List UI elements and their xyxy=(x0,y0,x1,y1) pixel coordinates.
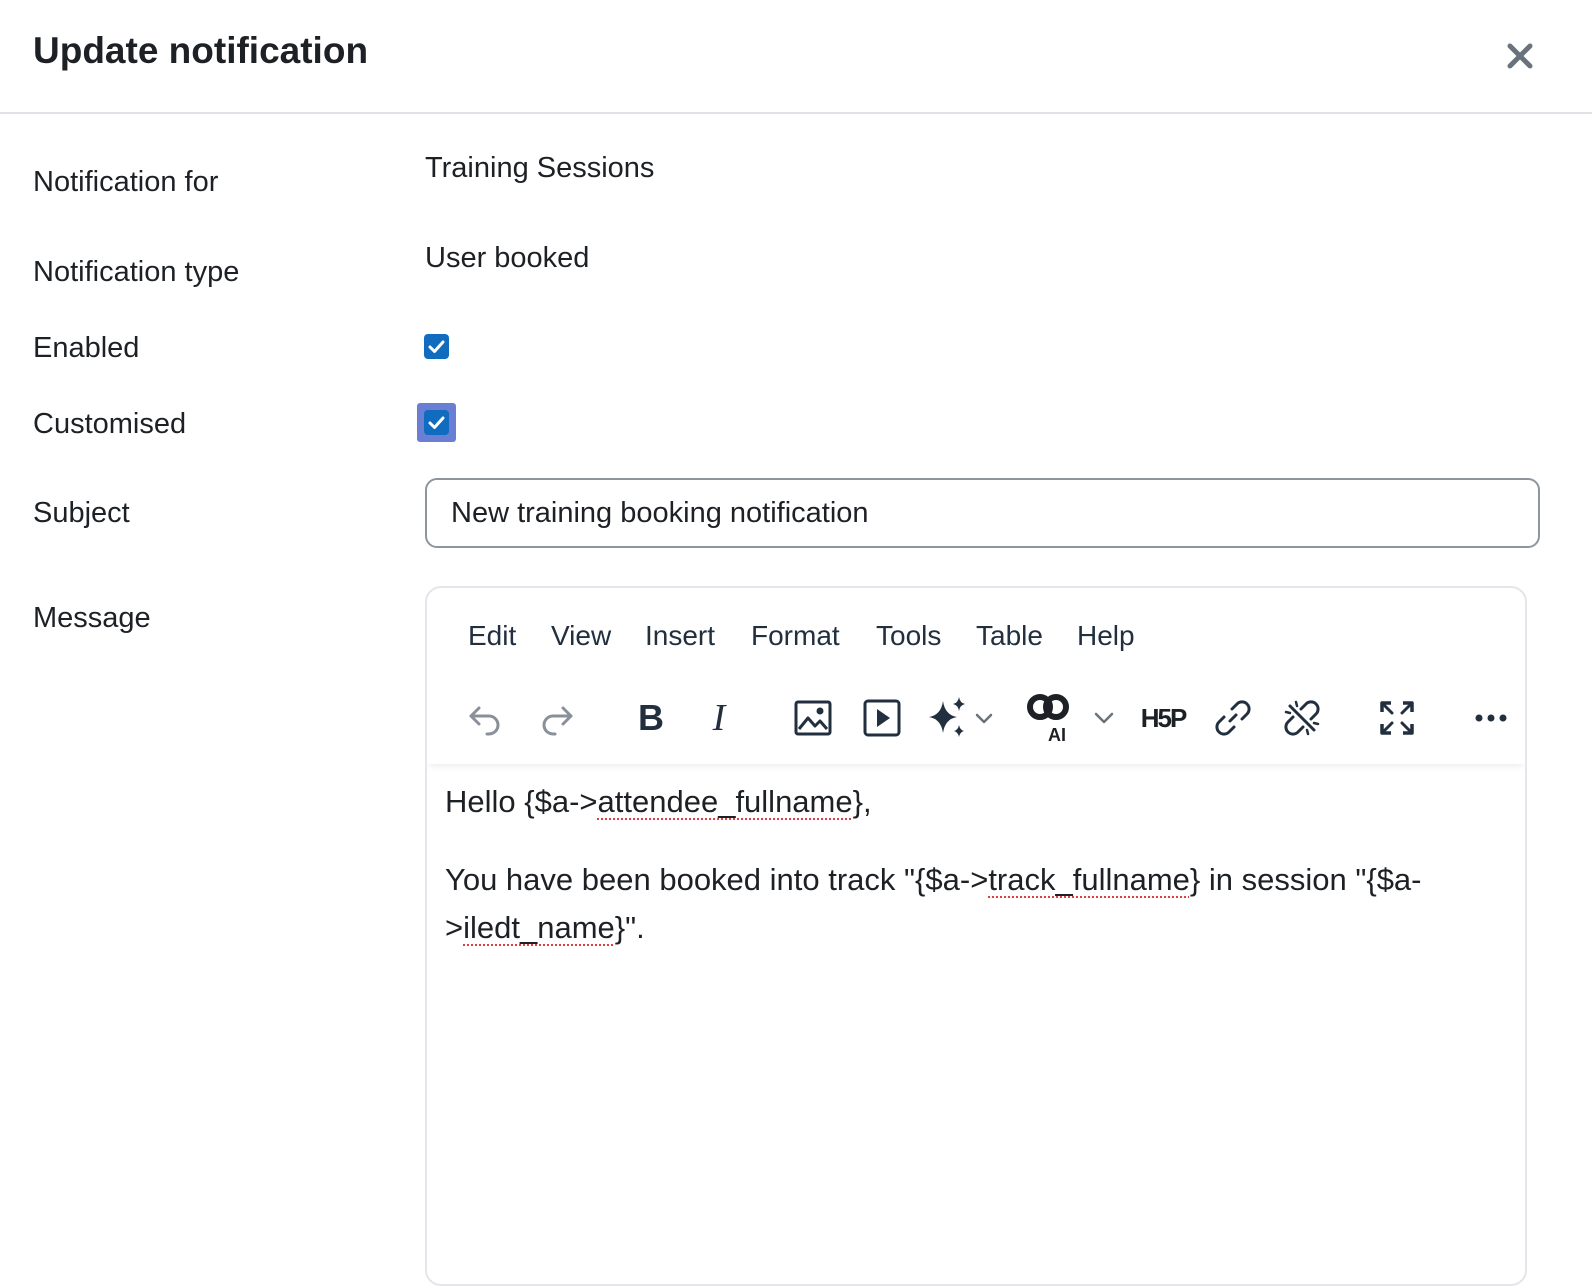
message-label: Message xyxy=(33,602,151,634)
menu-insert[interactable]: Insert xyxy=(645,620,715,652)
checkmark-icon xyxy=(428,340,445,353)
subject-label: Subject xyxy=(33,497,130,529)
fullscreen-button[interactable] xyxy=(1375,692,1419,744)
bold-button[interactable]: B xyxy=(629,692,673,744)
text-fragment: Hello {$a-> xyxy=(445,784,598,819)
undo-icon xyxy=(469,706,500,736)
enabled-checkbox[interactable] xyxy=(424,334,449,359)
unlink-button[interactable] xyxy=(1280,692,1324,744)
notification-type-label: Notification type xyxy=(33,256,240,288)
ai-generator-icon: AI xyxy=(1027,694,1069,745)
ai-placement-button[interactable] xyxy=(923,692,1003,744)
enabled-label: Enabled xyxy=(33,332,140,364)
customised-checkbox[interactable] xyxy=(424,410,449,435)
menu-view[interactable]: View xyxy=(551,620,611,652)
ai-generator-button[interactable]: AI xyxy=(1023,686,1073,748)
close-button[interactable] xyxy=(1500,36,1540,76)
customised-label: Customised xyxy=(33,408,187,440)
image-icon xyxy=(794,700,832,736)
undo-button[interactable] xyxy=(463,692,507,744)
subject-input[interactable] xyxy=(425,478,1540,548)
editor-content[interactable]: Hello {$a->attendee_fullname}, You have … xyxy=(445,778,1505,982)
h5p-button[interactable]: H5P xyxy=(1137,692,1189,744)
fullscreen-icon xyxy=(1380,701,1414,735)
media-button[interactable] xyxy=(860,692,904,744)
notification-for-label: Notification for xyxy=(33,166,219,198)
ai-generator-dropdown[interactable] xyxy=(1089,692,1119,744)
menu-table[interactable]: Table xyxy=(976,620,1043,652)
message-line-greeting: Hello {$a->attendee_fullname}, xyxy=(445,778,1505,826)
text-fragment: You have been booked into track "{$a-> xyxy=(445,862,989,897)
text-fragment: }, xyxy=(852,784,872,819)
notification-for-value: Training Sessions xyxy=(425,152,655,184)
text-fragment: }". xyxy=(614,910,645,945)
ai-label: AI xyxy=(1048,725,1066,745)
ai-sparkle-icon xyxy=(929,697,993,737)
more-icon xyxy=(1475,714,1507,722)
menu-tools[interactable]: Tools xyxy=(876,620,941,652)
chevron-down-icon xyxy=(1094,712,1114,724)
italic-button[interactable]: I xyxy=(697,692,741,744)
link-button[interactable] xyxy=(1211,692,1255,744)
close-icon xyxy=(1507,43,1533,69)
spellcheck-word: track_fullname xyxy=(988,862,1190,897)
spellcheck-word: attendee_fullname xyxy=(597,784,853,819)
link-icon xyxy=(1215,700,1251,736)
media-icon xyxy=(863,699,901,737)
menu-edit[interactable]: Edit xyxy=(468,620,516,652)
unlink-icon xyxy=(1284,700,1320,736)
notification-type-value: User booked xyxy=(425,242,590,274)
message-editor: Edit View Insert Format Tools Table Help… xyxy=(425,586,1527,1286)
redo-icon xyxy=(542,706,573,736)
editor-toolbar: B I AI H5P xyxy=(427,684,1525,764)
redo-button[interactable] xyxy=(535,692,579,744)
image-button[interactable] xyxy=(791,692,835,744)
modal-title: Update notification xyxy=(33,30,369,71)
checkmark-icon xyxy=(428,416,445,429)
message-line-body: You have been booked into track "{$a->tr… xyxy=(445,856,1505,952)
spellcheck-word: iledt_name xyxy=(463,910,615,945)
editor-menubar: Edit View Insert Format Tools Table Help xyxy=(427,588,1525,684)
menu-format[interactable]: Format xyxy=(751,620,840,652)
modal-header: Update notification xyxy=(0,0,1592,114)
more-button[interactable] xyxy=(1469,692,1513,744)
menu-help[interactable]: Help xyxy=(1077,620,1135,652)
